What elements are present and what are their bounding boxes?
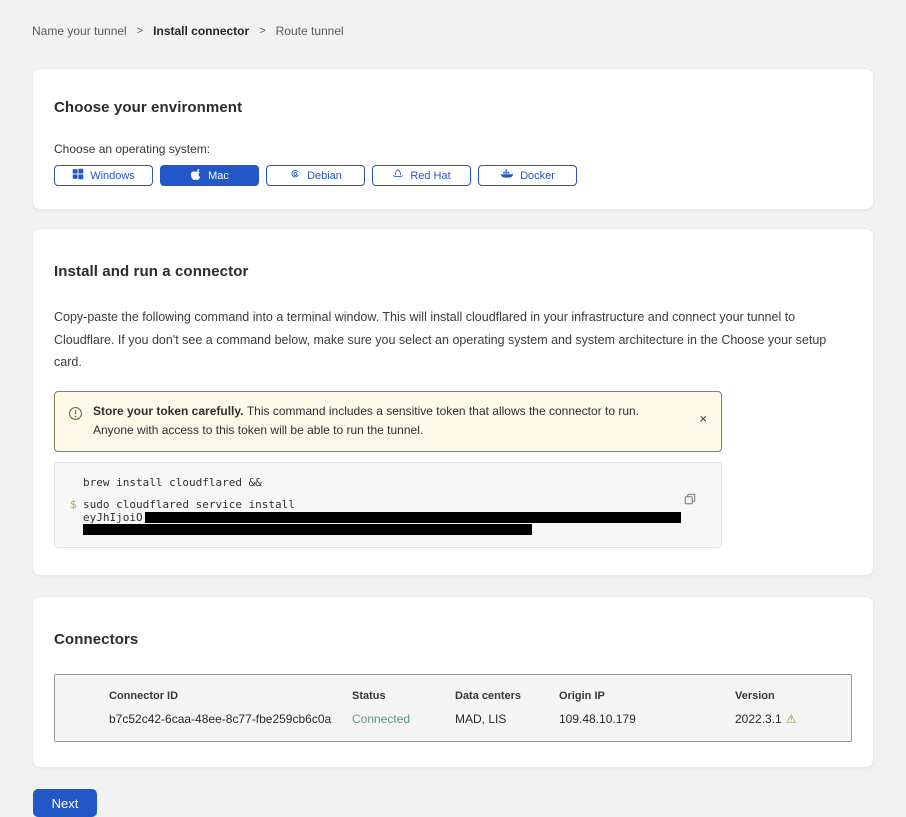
install-card-title: Install and run a connector — [54, 263, 844, 280]
os-button-debian[interactable]: Debian — [266, 165, 365, 186]
table-row: b7c52c42-6caa-48ee-8c77-fbe259cb6c0a Con… — [109, 712, 841, 726]
os-button-label: Red Hat — [410, 170, 450, 182]
breadcrumb-name-your-tunnel[interactable]: Name your tunnel — [32, 24, 127, 38]
os-button-mac[interactable]: Mac — [160, 165, 259, 186]
redhat-icon — [392, 168, 404, 183]
shell-prompt: $ — [70, 498, 83, 511]
close-icon[interactable]: × — [697, 408, 709, 429]
connectors-card: Connectors Connector ID Status Data cent… — [32, 596, 874, 768]
os-button-label: Windows — [90, 170, 135, 182]
breadcrumb-install-connector[interactable]: Install connector — [153, 24, 249, 38]
alert-circle-icon — [68, 406, 83, 426]
warning-text: Store your token carefully. This command… — [93, 402, 687, 442]
os-button-redhat[interactable]: Red Hat — [372, 165, 471, 186]
tunnel-setup-page: Name your tunnel > Install connector > R… — [0, 0, 906, 817]
breadcrumb-route-tunnel[interactable]: Route tunnel — [276, 24, 344, 38]
origin-ip-value: 109.48.10.179 — [559, 712, 735, 726]
install-card-description: Copy-paste the following command into a … — [54, 306, 844, 374]
code-text: sudo cloudflared service install — [83, 498, 295, 511]
operating-system-label: Choose an operating system: — [54, 142, 852, 156]
copy-icon[interactable] — [681, 490, 699, 511]
token-redaction-bar — [83, 524, 532, 535]
windows-icon — [72, 168, 84, 183]
debian-icon — [289, 168, 301, 183]
token-redaction-bar — [145, 512, 681, 523]
apple-icon — [190, 168, 202, 184]
breadcrumb: Name your tunnel > Install connector > R… — [32, 0, 874, 38]
code-line: $ sudo cloudflared service install — [70, 498, 681, 511]
connectors-table: Connector ID Status Data centers Origin … — [54, 674, 852, 742]
version-number: 2022.3.1 — [735, 712, 782, 726]
warning-title: Store your token carefully. — [93, 404, 247, 418]
token-prefix: eyJhIjoiO — [83, 511, 143, 524]
install-connector-card: Install and run a connector Copy-paste t… — [32, 228, 874, 576]
docker-icon — [500, 168, 514, 183]
code-line-token: eyJhIjoiO — [70, 511, 681, 524]
breadcrumb-separator: > — [137, 25, 143, 37]
data-centers-value: MAD, LIS — [455, 712, 559, 726]
next-button[interactable]: Next — [33, 789, 97, 817]
status-badge: Connected — [352, 712, 455, 726]
column-header-data-centers: Data centers — [455, 690, 559, 702]
connectors-card-title: Connectors — [54, 631, 852, 648]
version-warning-icon[interactable]: ⚠ — [786, 712, 797, 726]
install-command-code-block[interactable]: brew install cloudflared && $ sudo cloud… — [54, 462, 722, 548]
connectors-table-header: Connector ID Status Data centers Origin … — [109, 690, 841, 702]
token-warning-banner: Store your token carefully. This command… — [54, 391, 722, 453]
os-button-label: Debian — [307, 170, 342, 182]
version-value: 2022.3.1 ⚠ — [735, 712, 841, 726]
breadcrumb-separator: > — [259, 25, 265, 37]
column-header-status: Status — [352, 690, 455, 702]
code-text: brew install cloudflared && — [83, 476, 262, 489]
choose-environment-card: Choose your environment Choose an operat… — [32, 68, 874, 210]
code-line-token — [70, 524, 681, 535]
os-button-label: Docker — [520, 170, 555, 182]
column-header-origin-ip: Origin IP — [559, 690, 735, 702]
connector-id-value: b7c52c42-6caa-48ee-8c77-fbe259cb6c0a — [109, 712, 352, 726]
os-button-row: Windows Mac Debian Red Hat Docker — [54, 165, 852, 186]
os-button-windows[interactable]: Windows — [54, 165, 153, 186]
column-header-version: Version — [735, 690, 841, 702]
os-button-label: Mac — [208, 170, 229, 182]
code-line: brew install cloudflared && — [70, 476, 681, 489]
os-button-docker[interactable]: Docker — [478, 165, 577, 186]
environment-card-title: Choose your environment — [54, 99, 852, 116]
column-header-connector-id: Connector ID — [109, 690, 352, 702]
